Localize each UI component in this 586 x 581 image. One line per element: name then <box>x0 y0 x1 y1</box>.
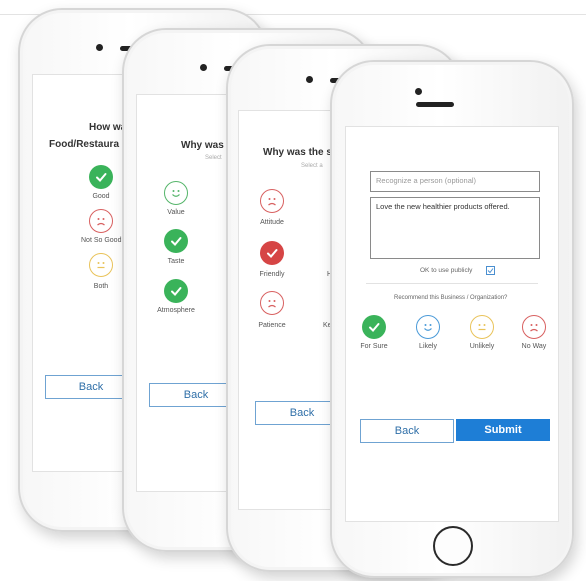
option-label: Not So Good <box>81 237 122 244</box>
publish-label: OK to use publicly <box>420 267 473 274</box>
neutral-face-icon <box>97 262 105 269</box>
option-taste-button[interactable] <box>164 229 188 253</box>
smile-face-icon <box>424 324 432 331</box>
option-friendly-button[interactable] <box>260 241 284 265</box>
camera-dot <box>415 88 422 95</box>
option-label: Likely <box>419 343 437 350</box>
option-not-so-good-button[interactable] <box>89 209 113 233</box>
publish-checkbox[interactable] <box>486 266 495 275</box>
option-unlikely-button[interactable] <box>470 315 494 339</box>
check-icon <box>171 237 182 246</box>
check-icon <box>96 173 107 182</box>
option-label: Unlikely <box>469 343 495 350</box>
camera-dot <box>200 64 207 71</box>
check-icon <box>487 268 494 274</box>
option-label: Patience <box>258 322 286 329</box>
frown-face-icon <box>268 300 276 308</box>
question-title: Why was t <box>181 140 230 151</box>
frown-face-icon <box>268 198 276 206</box>
recommend-question: Recommend this Business / Organization? <box>394 295 508 301</box>
back-button[interactable]: Back <box>360 419 454 443</box>
option-value-button[interactable] <box>164 181 188 205</box>
question-title-line2: Food/Restaura <box>49 139 120 150</box>
screen-4: Recognize a person (optional) Love the n… <box>345 126 559 522</box>
option-for-sure-button[interactable] <box>362 315 386 339</box>
question-subtitle: Select a <box>301 163 323 169</box>
option-label: Value <box>167 209 185 216</box>
option-label: For Sure <box>360 343 388 350</box>
section-divider <box>366 283 538 284</box>
option-both-button[interactable] <box>89 253 113 277</box>
check-icon <box>171 287 182 296</box>
recognize-person-input[interactable]: Recognize a person (optional) <box>370 171 540 192</box>
comment-textarea[interactable]: Love the new healthier products offered. <box>370 197 540 259</box>
option-label: Both <box>93 283 109 290</box>
option-atmosphere-button[interactable] <box>164 279 188 303</box>
option-label: Good <box>92 193 110 200</box>
check-icon <box>267 249 278 258</box>
option-label: Friendly <box>259 271 285 278</box>
phone-4: Recognize a person (optional) Love the n… <box>330 60 574 578</box>
option-label: Atmosphere <box>157 307 195 314</box>
option-good-button[interactable] <box>89 165 113 189</box>
check-icon <box>369 323 380 332</box>
speaker-grille <box>416 102 454 107</box>
option-label: No Way <box>521 343 547 350</box>
submit-button[interactable]: Submit <box>456 419 550 441</box>
option-label: Taste <box>167 258 185 265</box>
frown-face-icon <box>97 218 105 226</box>
option-patience-button[interactable] <box>260 291 284 315</box>
option-label: Attitude <box>260 219 284 226</box>
frown-face-icon <box>530 324 538 332</box>
question-subtitle: Select <box>205 155 222 161</box>
option-likely-button[interactable] <box>416 315 440 339</box>
question-title: Why was the s <box>263 147 332 158</box>
option-no-way-button[interactable] <box>522 315 546 339</box>
camera-dot <box>306 76 313 83</box>
neutral-face-icon <box>478 324 486 331</box>
home-button[interactable] <box>433 526 473 566</box>
camera-dot <box>96 44 103 51</box>
option-attitude-button[interactable] <box>260 189 284 213</box>
smile-face-icon <box>172 190 180 197</box>
